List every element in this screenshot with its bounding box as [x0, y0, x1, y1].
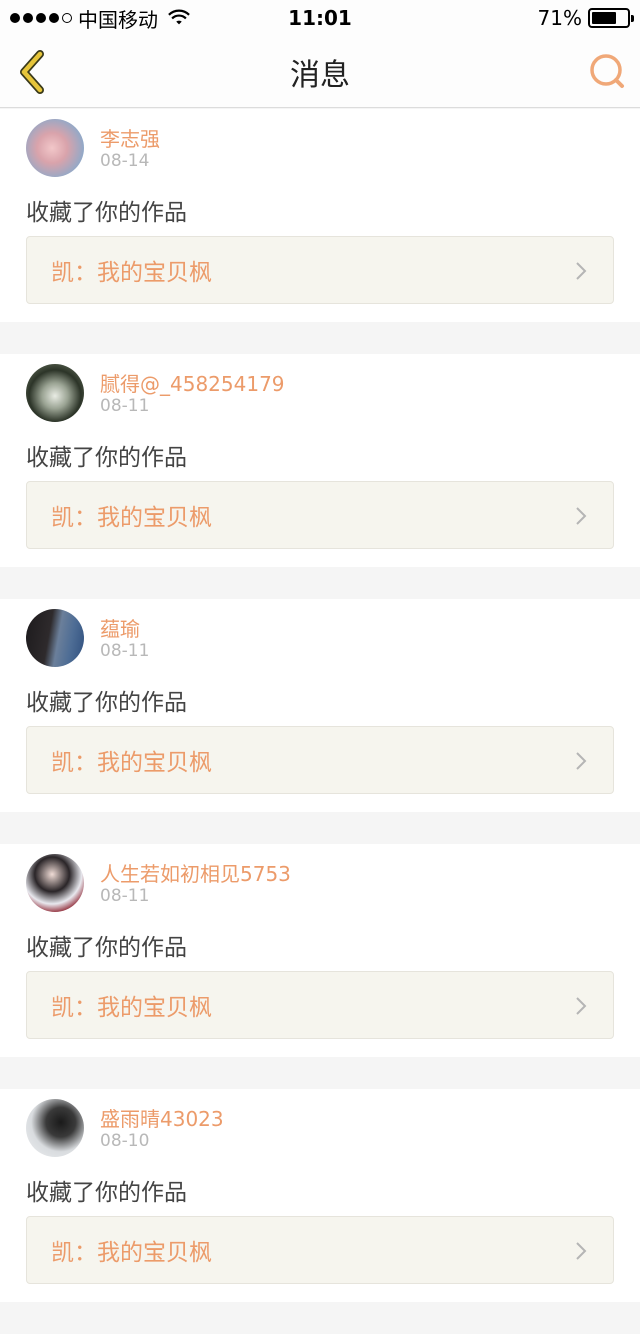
action-text: 收藏了你的作品 — [26, 690, 187, 716]
action-text: 收藏了你的作品 — [26, 935, 187, 961]
avatar[interactable] — [26, 364, 84, 422]
status-right: 71% — [537, 6, 634, 30]
status-left: 中国移动 — [10, 4, 190, 33]
message-date: 08-11 — [100, 396, 150, 416]
chevron-right-icon — [576, 262, 587, 280]
chevron-right-icon — [576, 507, 587, 525]
list-item: 李志强 08-14 收藏了你的作品 凯：我的宝贝枫 — [0, 109, 640, 322]
carrier-name: 中国移动 — [78, 7, 158, 32]
avatar[interactable] — [26, 609, 84, 667]
work-title: 凯：我的宝贝枫 — [51, 750, 212, 776]
chevron-right-icon — [576, 997, 587, 1015]
user-name[interactable]: 人生若如初相见5753 — [100, 858, 291, 887]
chevron-right-icon — [576, 752, 587, 770]
work-title: 凯：我的宝贝枫 — [51, 505, 212, 531]
signal-strength-icon — [10, 13, 72, 23]
message-date: 08-11 — [100, 886, 150, 906]
status-bar: 中国移动 11:01 71% — [0, 0, 640, 36]
chevron-right-icon — [576, 1242, 587, 1260]
user-name[interactable]: 蕴瑜 — [100, 613, 140, 642]
search-icon[interactable] — [588, 52, 626, 92]
user-name[interactable]: 盛雨晴43023 — [100, 1103, 224, 1132]
page-title: 消息 — [290, 57, 350, 93]
work-link[interactable]: 凯：我的宝贝枫 — [26, 481, 614, 549]
action-text: 收藏了你的作品 — [26, 1180, 187, 1206]
work-link[interactable]: 凯：我的宝贝枫 — [26, 1216, 614, 1284]
action-text: 收藏了你的作品 — [26, 200, 187, 226]
work-link[interactable]: 凯：我的宝贝枫 — [26, 726, 614, 794]
message-date: 08-10 — [100, 1131, 150, 1151]
work-title: 凯：我的宝贝枫 — [51, 995, 212, 1021]
user-name[interactable]: 李志强 — [100, 123, 160, 152]
list-item: 盛雨晴43023 08-10 收藏了你的作品 凯：我的宝贝枫 — [0, 1089, 640, 1302]
avatar[interactable] — [26, 119, 84, 177]
back-chevron-icon[interactable] — [14, 50, 50, 94]
list-item: 人生若如初相见5753 08-11 收藏了你的作品 凯：我的宝贝枫 — [0, 844, 640, 1057]
avatar[interactable] — [26, 854, 84, 912]
user-name[interactable]: 腻得@_458254179 — [100, 368, 285, 397]
list-item: 腻得@_458254179 08-11 收藏了你的作品 凯：我的宝贝枫 — [0, 354, 640, 567]
nav-bar: 消息 — [0, 36, 640, 108]
battery-level-fill — [592, 12, 617, 24]
avatar[interactable] — [26, 1099, 84, 1157]
work-title: 凯：我的宝贝枫 — [51, 260, 212, 286]
message-date: 08-11 — [100, 641, 150, 661]
work-title: 凯：我的宝贝枫 — [51, 1240, 212, 1266]
action-text: 收藏了你的作品 — [26, 445, 187, 471]
work-link[interactable]: 凯：我的宝贝枫 — [26, 971, 614, 1039]
battery-percent: 71% — [537, 6, 582, 30]
work-link[interactable]: 凯：我的宝贝枫 — [26, 236, 614, 304]
wifi-icon — [168, 9, 190, 25]
battery-icon — [588, 8, 634, 28]
message-list: 李志强 08-14 收藏了你的作品 凯：我的宝贝枫 腻得@_458254179 … — [0, 109, 640, 1334]
list-item: 蕴瑜 08-11 收藏了你的作品 凯：我的宝贝枫 — [0, 599, 640, 812]
message-date: 08-14 — [100, 151, 150, 171]
